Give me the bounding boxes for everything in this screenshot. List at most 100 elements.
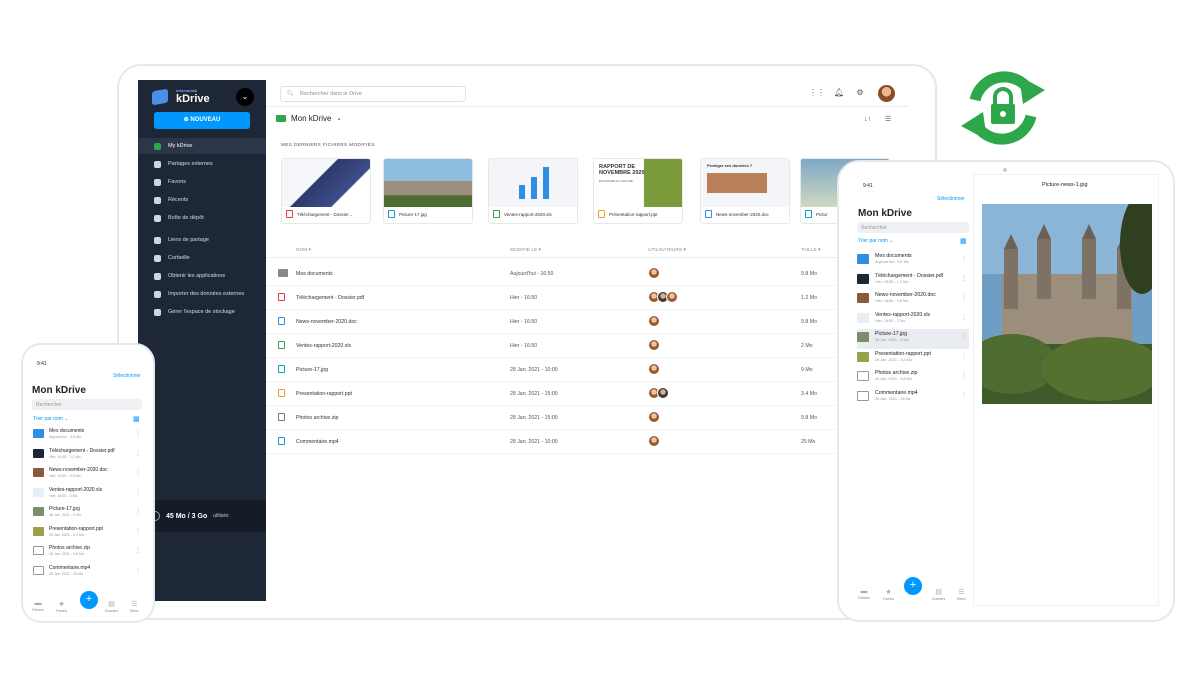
table-row[interactable]: Photos archive.zip 28 Jan. 2021 - 15:00 9.… <box>266 406 909 430</box>
more-icon[interactable]: ⋮ <box>961 275 967 282</box>
recent-file-card[interactable]: Protéger ses données ? News-november-2020… <box>700 158 790 224</box>
sidebar-item-label: My kDrive <box>168 143 193 149</box>
phone-list-item[interactable]: Mes documents Aujourd'hui - 9,8 Mo ⋮ <box>33 426 145 446</box>
phone-list-item[interactable]: Photos archive.zip 28 Jan. 2021 - 9,8 Mo ⋮ <box>33 543 145 563</box>
sort-icon[interactable]: ↓↑ <box>864 116 871 123</box>
table-row[interactable]: Ventes-rapport-2020.xls Hier - 16:50 2 Mo <box>266 334 909 358</box>
more-icon[interactable]: ⋮ <box>135 430 141 437</box>
more-icon[interactable]: ⋮ <box>135 547 141 554</box>
more-icon[interactable]: ⋮ <box>961 294 967 301</box>
phone-list-item[interactable]: Presentation-rapport.ppt 28 Jan. 2021 - 3… <box>33 524 145 544</box>
tablet-select-button[interactable]: Sélectionner <box>937 196 965 202</box>
storage-usage[interactable]: 45 Mo / 3 Go utilisés <box>138 500 266 532</box>
more-icon[interactable]: ⋮ <box>961 333 967 340</box>
column-size[interactable]: TAILLE ▾ <box>801 248 820 253</box>
file-size: 9.8 Mo <box>801 319 817 325</box>
phone-list-item[interactable]: Commentaire.mp4 28 Jan. 2021 - 25 Mo ⋮ <box>33 563 145 583</box>
tablet-tab-0[interactable]: ▬ Fichiers <box>858 588 870 600</box>
apps-grid-icon[interactable]: ⋮⋮ <box>809 89 825 97</box>
file-type-icon <box>805 210 812 218</box>
recent-file-card[interactable]: RAPPORT DE NOVEMBRE 2020 ÉCONOMIE ET NATUR… <box>593 158 683 224</box>
sidebar-item-7[interactable]: Obtenir les applications <box>138 268 266 284</box>
recent-file-card[interactable]: Ventes-rapport-2020.xls <box>488 158 578 224</box>
phone-search-input[interactable]: Rechercher <box>32 399 142 410</box>
tablet-tab-3[interactable]: ☰ Menu <box>957 588 965 601</box>
tablet-list-item[interactable]: Mes documents Aujourd'hui - 9,8 Mo ⋮ <box>857 251 969 271</box>
phone-tab-0[interactable]: ▬ Fichiers <box>32 600 44 612</box>
sidebar-item-2[interactable]: Favoris <box>138 174 266 190</box>
tablet-list-item[interactable]: Ventes-rapport-2020.xls Hier, 16:50 - 2 M… <box>857 310 969 330</box>
tablet-tab-2[interactable]: ▤ Dossiers <box>932 588 945 601</box>
tablet-list-item[interactable]: Téléchargement - Dossier.pdf Hier, 16:50 … <box>857 271 969 291</box>
sidebar-item-4[interactable]: Boîte de dépôt <box>138 210 266 226</box>
phone-list-item[interactable]: Ventes-rapport-2020.xls Hier, 16:50 - 2 M… <box>33 485 145 505</box>
more-icon[interactable]: ⋮ <box>961 314 967 321</box>
search-input[interactable]: 🔍︎ Rechercher dans le Drive <box>280 86 466 102</box>
sidebar-item-9[interactable]: Gérer l'espace de stockage <box>138 304 266 320</box>
table-row[interactable]: Picture-17.jpg 28 Jan. 2021 - 10:00 9 Mo <box>266 358 909 382</box>
phone-list-item[interactable]: News-november-2020.doc Hier, 16:50 - 9,8 … <box>33 465 145 485</box>
tablet-list-item[interactable]: News-november-2020.doc Hier, 16:50 - 9,8 … <box>857 290 969 310</box>
grid-view-icon[interactable]: ▦ <box>960 237 967 245</box>
file-type-icon <box>278 365 285 373</box>
more-icon[interactable]: ⋮ <box>961 372 967 379</box>
tab-icon: ▬ <box>34 600 42 607</box>
settings-gear-icon[interactable]: ⚙ <box>856 89 864 97</box>
phone-tab-3[interactable]: ☰ Menu <box>130 600 138 613</box>
phone-tab-2[interactable]: ▤ Dossiers <box>105 600 118 613</box>
tablet-tab-1[interactable]: ★ Favoris <box>883 588 894 601</box>
column-modified[interactable]: MODIFIÉ LE ▾ <box>510 248 541 253</box>
phone-grid-view-icon[interactable]: ▦ <box>133 415 140 423</box>
table-row[interactable]: News-november-2020.doc Hier - 16:50 9.8 Mo <box>266 310 909 334</box>
tab-icon: ▤ <box>108 601 115 608</box>
more-icon[interactable]: ⋮ <box>135 508 141 515</box>
sidebar-item-5[interactable]: Liens de partage <box>138 232 266 248</box>
phone-list-item[interactable]: Picture-17.jpg 28 Jan. 2021 - 9 Mo ⋮ <box>33 504 145 524</box>
more-icon[interactable]: ⋮ <box>135 450 141 457</box>
table-row[interactable]: Commentaire.mp4 28 Jan. 2021 - 10:00 25 Mo <box>266 430 909 454</box>
sidebar-item-8[interactable]: Importer des données externes <box>138 286 266 302</box>
tablet-list-item[interactable]: Commentaire.mp4 28 Jan. 2021 - 25 Mo ⋮ <box>857 388 969 408</box>
phone-add-button[interactable]: + <box>80 591 98 609</box>
more-icon[interactable]: ⋮ <box>961 392 967 399</box>
phone-select-button[interactable]: Sélectionner <box>113 373 141 379</box>
more-icon[interactable]: ⋮ <box>961 353 967 360</box>
table-row[interactable]: Mes documents Aujourd'hui - 16:50 9.8 Mo <box>266 262 909 286</box>
sidebar-item-1[interactable]: Partages externes <box>138 156 266 172</box>
sidebar-item-3[interactable]: Récents <box>138 192 266 208</box>
account-switcher-icon[interactable]: ⌄ <box>236 88 254 106</box>
brand-name: kDrive <box>176 93 210 105</box>
tablet-list-item[interactable]: Picture-17.jpg 28 Jan. 2021 - 9 Mo ⋮ <box>857 329 969 349</box>
column-users[interactable]: UTILISATEURS ▾ <box>648 248 686 253</box>
more-icon[interactable]: ⋮ <box>135 567 141 574</box>
tablet-search-input[interactable]: Rechercher <box>857 222 969 233</box>
notification-bell-icon[interactable]: 🔔︎ <box>834 89 844 97</box>
more-icon[interactable]: ⋮ <box>961 255 967 262</box>
phone-sort-button[interactable]: Trier par nom ⌄ <box>33 416 68 422</box>
tablet-title: Mon kDrive <box>858 208 912 219</box>
more-icon[interactable]: ⋮ <box>135 489 141 496</box>
list-view-icon[interactable]: ☰ <box>885 115 891 123</box>
tablet-time: 9:41 <box>863 183 873 189</box>
sidebar-item-0[interactable]: My kDrive <box>138 138 266 154</box>
tablet-file-pane: 9:41 Sélectionner Mon kDrive Rechercher … <box>851 174 974 606</box>
tablet-sort-button[interactable]: Trier par nom ⌄ <box>858 238 893 244</box>
new-button[interactable]: ⊕ NOUVEAU <box>154 112 250 129</box>
more-icon[interactable]: ⋮ <box>135 469 141 476</box>
file-thumbnail <box>384 159 472 207</box>
recent-file-card[interactable]: Téléchargement - Dossier... <box>281 158 371 224</box>
table-row[interactable]: Téléchargement - Dossier.pdf Hier - 16:50… <box>266 286 909 310</box>
tablet-list-item[interactable]: Presentation-rapport.ppt 28 Jan. 2021 - 3… <box>857 349 969 369</box>
column-name[interactable]: NOM ▾ <box>296 248 311 253</box>
tablet-add-button[interactable]: + <box>904 577 922 595</box>
table-row[interactable]: Presentation-rapport.ppt 28 Jan. 2021 - 1… <box>266 382 909 406</box>
recent-file-card[interactable]: Picture-17.jpg <box>383 158 473 224</box>
phone-list-item[interactable]: Téléchargement - Dossier.pdf Hier, 16:50 … <box>33 446 145 466</box>
more-icon[interactable]: ⋮ <box>135 528 141 535</box>
tab-label: Dossiers <box>105 609 119 613</box>
breadcrumb[interactable]: Mon kDrive ⌄ <box>276 114 341 123</box>
phone-tab-1[interactable]: ★ Favoris <box>56 600 67 613</box>
user-avatar[interactable] <box>878 85 895 102</box>
sidebar-item-6[interactable]: Corbeille <box>138 250 266 266</box>
tablet-list-item[interactable]: Photos archive.zip 28 Jan. 2021 - 9,8 Mo ⋮ <box>857 368 969 388</box>
